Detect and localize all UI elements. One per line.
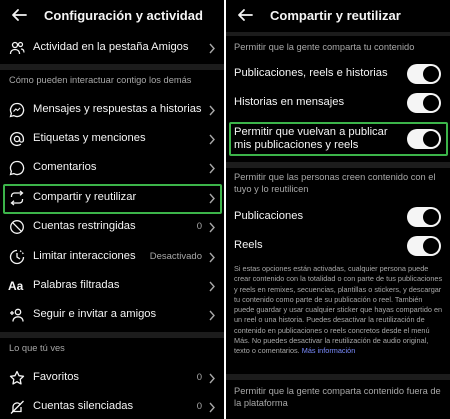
chevron-right-icon	[209, 310, 215, 321]
chevron-right-icon	[209, 373, 215, 384]
limit-icon	[9, 249, 25, 265]
toggle-switch[interactable]	[407, 93, 441, 113]
row-label: Actividad en la pestaña Amigos	[33, 41, 189, 53]
comments-row[interactable]: Comentarios	[0, 154, 224, 182]
chevron-right-icon	[209, 43, 215, 54]
toggle-label: Publicaciones, reels e historias	[234, 67, 388, 79]
back-arrow-icon[interactable]	[236, 6, 254, 24]
section-divider	[226, 162, 450, 168]
toggle-knob	[423, 66, 439, 82]
highlight-box-repost	[229, 122, 448, 156]
highlight-box-share-reuse	[3, 184, 222, 214]
restricted-icon	[10, 220, 24, 234]
chevron-right-icon	[209, 163, 215, 174]
section-divider	[226, 32, 450, 36]
chevron-right-icon	[209, 281, 215, 292]
star-icon	[9, 370, 25, 385]
chevron-right-icon	[209, 252, 215, 263]
reuse-description: Si estas opciones están activadas, cualq…	[234, 264, 444, 357]
at-sign-icon	[9, 131, 25, 147]
description-text: Si estas opciones están activadas, cualq…	[234, 264, 443, 356]
people-icon	[9, 41, 25, 55]
left-header: Configuración y actividad	[0, 0, 224, 32]
toggle-knob	[423, 209, 439, 225]
row-label: Mensajes y respuestas a historias	[33, 103, 202, 115]
follow-invite-icon	[10, 308, 24, 322]
muted-icon	[10, 400, 24, 414]
toggle-row-reels[interactable]: Reels	[226, 233, 450, 259]
toggle-knob	[423, 238, 439, 254]
limit-interactions-row[interactable]: Limitar interacciones Desactivado	[0, 243, 224, 271]
toggle-row-posts-reels-stories[interactable]: Publicaciones, reels e historias	[226, 61, 450, 87]
section-divider	[226, 374, 450, 380]
toggle-switch[interactable]	[407, 236, 441, 256]
settings-activity-panel: Configuración y actividad Actividad en l…	[0, 0, 224, 419]
section-label-create: Permitir que las personas creen contenid…	[234, 172, 436, 194]
toggle-row-stories-messages[interactable]: Historias en mensajes	[226, 90, 450, 116]
follow-invite-row[interactable]: Seguir e invitar a amigos	[0, 301, 224, 329]
toggle-label: Publicaciones	[234, 210, 304, 222]
toggle-row-publications[interactable]: Publicaciones	[226, 204, 450, 230]
page-title: Configuración y actividad	[44, 8, 203, 23]
toggle-switch[interactable]	[407, 207, 441, 227]
row-label: Cuentas silenciadas	[33, 400, 134, 412]
restricted-accounts-row[interactable]: Cuentas restringidas 0	[0, 213, 224, 241]
row-label: Comentarios	[33, 161, 97, 173]
chevron-right-icon	[209, 402, 215, 413]
row-label: Limitar interacciones	[33, 250, 136, 262]
chevron-right-icon	[209, 134, 215, 145]
row-label: Palabras filtradas	[33, 279, 120, 291]
toggle-switch[interactable]	[407, 64, 441, 84]
section-divider	[0, 332, 224, 338]
toggle-knob	[423, 95, 439, 111]
section-label-what-you-see: Lo que tú ves	[9, 343, 65, 353]
muted-accounts-row[interactable]: Cuentas silenciadas 0	[0, 393, 224, 419]
toggle-label: Reels	[234, 239, 263, 251]
back-arrow-icon[interactable]	[10, 6, 28, 24]
section-label-interactions: Cómo pueden interactuar contigo los demá…	[9, 75, 192, 85]
more-info-link[interactable]: Más información	[302, 346, 356, 355]
section-label-share: Permitir que la gente comparta tu conten…	[234, 42, 415, 52]
chevron-right-icon	[209, 222, 215, 233]
row-label: Etiquetas y menciones	[33, 132, 146, 144]
row-value: 0	[196, 372, 202, 383]
section-label-outside: Permitir que la gente comparta contenido…	[234, 386, 441, 408]
comment-icon	[9, 160, 25, 176]
page-title: Compartir y reutilizar	[270, 8, 401, 23]
row-value: 0	[196, 221, 202, 232]
filtered-words-icon: Aa	[8, 279, 24, 293]
tags-mentions-row[interactable]: Etiquetas y menciones	[0, 125, 224, 153]
row-label: Favoritos	[33, 371, 80, 383]
row-label: Seguir e invitar a amigos	[33, 308, 157, 320]
row-value: Desactivado	[149, 251, 202, 262]
friends-tab-activity-row[interactable]: Actividad en la pestaña Amigos	[0, 34, 224, 62]
favorites-row[interactable]: Favoritos 0	[0, 364, 224, 392]
chevron-right-icon	[209, 105, 215, 116]
section-divider	[0, 64, 224, 70]
share-reuse-panel: Compartir y reutilizar Permitir que la g…	[226, 0, 450, 419]
row-label: Cuentas restringidas	[33, 220, 136, 232]
messages-replies-row[interactable]: Mensajes y respuestas a historias	[0, 96, 224, 124]
toggle-label: Historias en mensajes	[234, 96, 345, 108]
row-value: 0	[196, 401, 202, 412]
filtered-words-row[interactable]: Aa Palabras filtradas	[0, 272, 224, 300]
right-header: Compartir y reutilizar	[226, 0, 450, 32]
message-bubble-icon	[9, 102, 25, 118]
